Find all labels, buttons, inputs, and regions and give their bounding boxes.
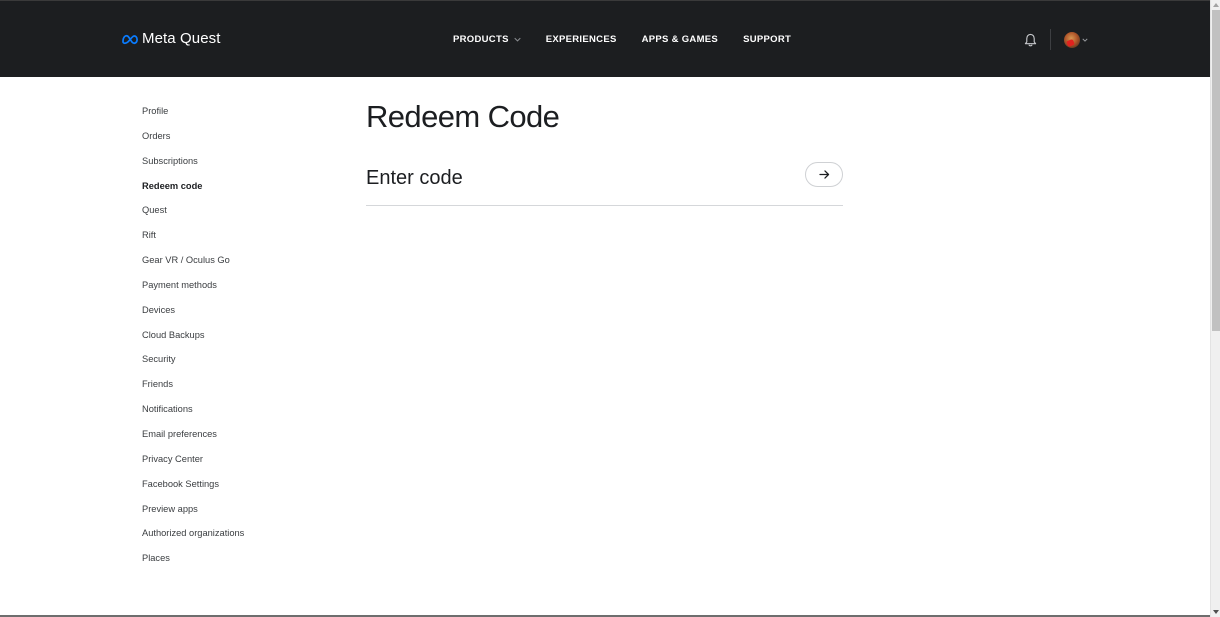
sidebar-item-notifications[interactable]: Notifications (142, 403, 244, 428)
nav-support-label: SUPPORT (743, 34, 792, 45)
sidebar-item-email-preferences[interactable]: Email preferences (142, 428, 244, 453)
nav-products[interactable]: PRODUCTS (453, 34, 521, 45)
sidebar-item-devices[interactable]: Devices (142, 304, 244, 329)
meta-infinity-icon (122, 34, 138, 44)
code-entry-row (366, 161, 843, 206)
nav-experiences[interactable]: EXPERIENCES (546, 34, 617, 45)
avatar[interactable] (1064, 32, 1080, 48)
nav-experiences-label: EXPERIENCES (545, 34, 617, 45)
main-nav: PRODUCTS EXPERIENCES APPS & GAMES SUPPOR… (453, 34, 791, 45)
code-input[interactable] (366, 163, 786, 193)
nav-support[interactable]: SUPPORT (743, 34, 791, 45)
nav-apps-games[interactable]: APPS & GAMES (642, 34, 718, 45)
bell-icon[interactable] (1024, 33, 1037, 47)
scroll-down-arrow-icon[interactable] (1211, 607, 1220, 617)
arrow-right-icon (818, 170, 829, 179)
scroll-up-arrow-icon[interactable] (1211, 0, 1220, 10)
meta-quest-logo[interactable]: Meta Quest (121, 30, 221, 47)
sidebar-item-rift[interactable]: Rift (142, 229, 244, 254)
sidebar-item-payment-methods[interactable]: Payment methods (142, 279, 244, 304)
redeem-code-panel: Redeem Code (366, 96, 843, 206)
chevron-down-icon (514, 37, 521, 42)
sidebar-item-cloud-backups[interactable]: Cloud Backups (142, 329, 244, 354)
settings-sidebar: Profile Orders Subscriptions Redeem code… (142, 105, 244, 577)
sidebar-item-places[interactable]: Places (142, 552, 244, 577)
sidebar-item-privacy-center[interactable]: Privacy Center (142, 453, 244, 478)
nav-apps-games-label: APPS & GAMES (641, 34, 719, 45)
sidebar-item-gear-vr-oculus-go[interactable]: Gear VR / Oculus Go (142, 254, 244, 279)
sidebar-item-facebook-settings[interactable]: Facebook Settings (142, 478, 244, 503)
nav-products-label: PRODUCTS (453, 34, 509, 45)
top-navigation-bar: Meta Quest PRODUCTS EXPERIENCES APPS & G… (0, 0, 1210, 77)
sidebar-item-redeem-code[interactable]: Redeem code (142, 180, 244, 205)
sidebar-item-security[interactable]: Security (142, 353, 244, 378)
sidebar-item-friends[interactable]: Friends (142, 378, 244, 403)
header-divider (1050, 29, 1051, 50)
brand-name: Meta Quest (142, 30, 221, 47)
account-menu-chevron-icon[interactable] (1082, 38, 1088, 42)
sidebar-item-authorized-organizations[interactable]: Authorized organizations (142, 527, 244, 552)
page-title: Redeem Code (366, 99, 560, 134)
scrollbar-thumb[interactable] (1212, 10, 1220, 331)
sidebar-item-quest[interactable]: Quest (142, 204, 244, 229)
page-scrollbar[interactable] (1210, 0, 1220, 617)
sidebar-item-subscriptions[interactable]: Subscriptions (142, 155, 244, 180)
sidebar-item-orders[interactable]: Orders (142, 130, 244, 155)
submit-code-button[interactable] (805, 162, 843, 187)
sidebar-item-profile[interactable]: Profile (142, 105, 244, 130)
sidebar-item-preview-apps[interactable]: Preview apps (142, 503, 244, 528)
